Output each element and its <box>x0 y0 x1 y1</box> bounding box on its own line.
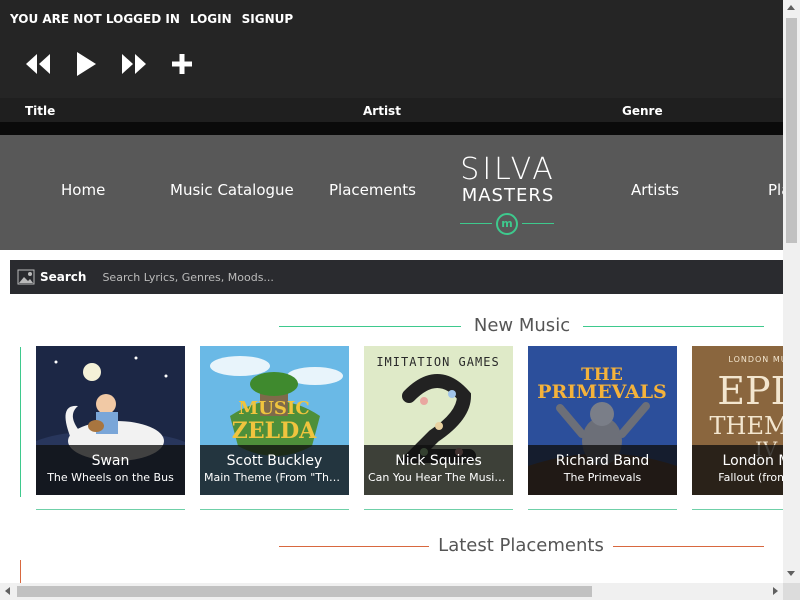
heading-rule-left <box>279 326 461 327</box>
rewind-icon[interactable] <box>24 50 52 78</box>
album-caption: London Musi Fallout (from "Mis <box>692 445 783 495</box>
player-controls <box>24 50 196 78</box>
card-underline <box>528 509 677 510</box>
browser-viewport: YOU ARE NOT LOGGED IN LOGIN SIGNUP Title… <box>0 0 800 600</box>
album-caption: Richard Band The Primevals <box>528 445 677 495</box>
nav-placements[interactable]: Placements <box>329 181 416 199</box>
audio-player-bar: YOU ARE NOT LOGGED IN LOGIN SIGNUP Title… <box>0 0 783 135</box>
card-underline <box>200 509 349 510</box>
logo-text-bottom: MASTERS <box>461 185 555 206</box>
svg-text:THEMES: THEMES <box>710 412 784 440</box>
heading-rule-right <box>583 326 764 327</box>
horizontal-scrollbar[interactable] <box>0 583 783 600</box>
svg-text:IMITATION GAMES: IMITATION GAMES <box>376 355 499 369</box>
album-card[interactable]: IMITATION GAMES Nick Squires Can You Hea… <box>364 346 513 495</box>
album-artist: Scott Buckley <box>226 453 323 469</box>
album-card[interactable]: THE PRIMEVALS Richard Band The Primevals <box>528 346 677 495</box>
placements-accent-line <box>20 560 21 583</box>
login-status: YOU ARE NOT LOGGED IN <box>10 12 180 26</box>
new-music-carousel: Swan The Wheels on the Bus MUSIC ZELDA S… <box>36 346 783 496</box>
latest-placements-heading: Latest Placements <box>438 535 604 556</box>
session-bar: YOU ARE NOT LOGGED IN LOGIN SIGNUP <box>10 12 293 26</box>
logo-mark: m <box>448 209 568 239</box>
vertical-scroll-thumb[interactable] <box>786 18 797 243</box>
nav-artists[interactable]: Artists <box>631 181 679 199</box>
column-genre[interactable]: Genre <box>622 104 663 118</box>
carousel-accent-line <box>20 347 21 497</box>
placements-rule-right <box>613 546 764 547</box>
album-caption: Scott Buckley Main Theme (From "The L… <box>200 445 349 495</box>
scroll-up-arrow-icon[interactable] <box>787 5 795 10</box>
album-card[interactable]: Swan The Wheels on the Bus <box>36 346 185 495</box>
signup-link[interactable]: SIGNUP <box>242 12 294 26</box>
nav-music-catalogue[interactable]: Music Catalogue <box>170 181 294 199</box>
scroll-down-arrow-icon[interactable] <box>787 571 795 576</box>
card-underline <box>364 509 513 510</box>
album-artist: Nick Squires <box>395 453 482 469</box>
main-navigation: Home Music Catalogue Placements SILVA MA… <box>0 135 790 250</box>
card-underline <box>36 509 185 510</box>
nav-home[interactable]: Home <box>61 181 105 199</box>
album-card[interactable]: MUSIC ZELDA Scott Buckley Main Theme (Fr… <box>200 346 349 495</box>
album-artist: Richard Band <box>555 453 650 469</box>
scroll-right-arrow-icon[interactable] <box>773 587 778 595</box>
search-input[interactable] <box>102 270 503 284</box>
svg-text:ZELDA: ZELDA <box>232 418 317 444</box>
album-artist: London Musi <box>722 453 783 469</box>
album-track: Can You Hear The Music (f… <box>368 471 513 484</box>
svg-text:MUSIC: MUSIC <box>238 398 309 419</box>
column-artist[interactable]: Artist <box>363 104 401 118</box>
svg-text:LONDON MUSIC: LONDON MUSIC <box>728 355 783 364</box>
logo-text-top: SILVA <box>460 152 556 187</box>
search-bar: Search <box>10 260 783 294</box>
album-artist: Swan <box>91 453 130 469</box>
scroll-left-arrow-icon[interactable] <box>5 587 10 595</box>
album-caption: Swan The Wheels on the Bus <box>36 445 185 495</box>
album-track: The Primevals <box>563 471 642 484</box>
album-track: The Wheels on the Bus <box>47 471 174 484</box>
placements-rule-left <box>279 546 429 547</box>
logo-m-icon: m <box>496 213 518 235</box>
svg-text:EPIC: EPIC <box>717 369 783 413</box>
vertical-scrollbar[interactable] <box>783 0 800 583</box>
svg-text:PRIMEVALS: PRIMEVALS <box>537 381 667 403</box>
play-icon[interactable] <box>72 50 100 78</box>
new-music-heading: New Music <box>473 315 571 336</box>
album-track: Fallout (from "Mis <box>718 471 783 484</box>
track-list-header: Title Artist Genre <box>0 98 783 122</box>
horizontal-scroll-thumb[interactable] <box>17 586 592 597</box>
card-underline <box>692 509 783 510</box>
search-icon[interactable] <box>16 267 36 287</box>
column-title[interactable]: Title <box>25 104 55 118</box>
album-card[interactable]: LONDON MUSIC EPIC THEMES IV London Musi … <box>692 346 783 495</box>
login-link[interactable]: LOGIN <box>190 12 232 26</box>
album-track: Main Theme (From "The L… <box>204 471 349 484</box>
player-progress-strip <box>0 122 783 135</box>
scrollbar-corner <box>783 583 800 600</box>
plus-icon[interactable] <box>168 50 196 78</box>
silva-masters-logo[interactable]: SILVA MASTERS m <box>448 155 568 235</box>
fast-forward-icon[interactable] <box>120 50 148 78</box>
search-label[interactable]: Search <box>40 270 86 284</box>
album-caption: Nick Squires Can You Hear The Music (f… <box>364 445 513 495</box>
